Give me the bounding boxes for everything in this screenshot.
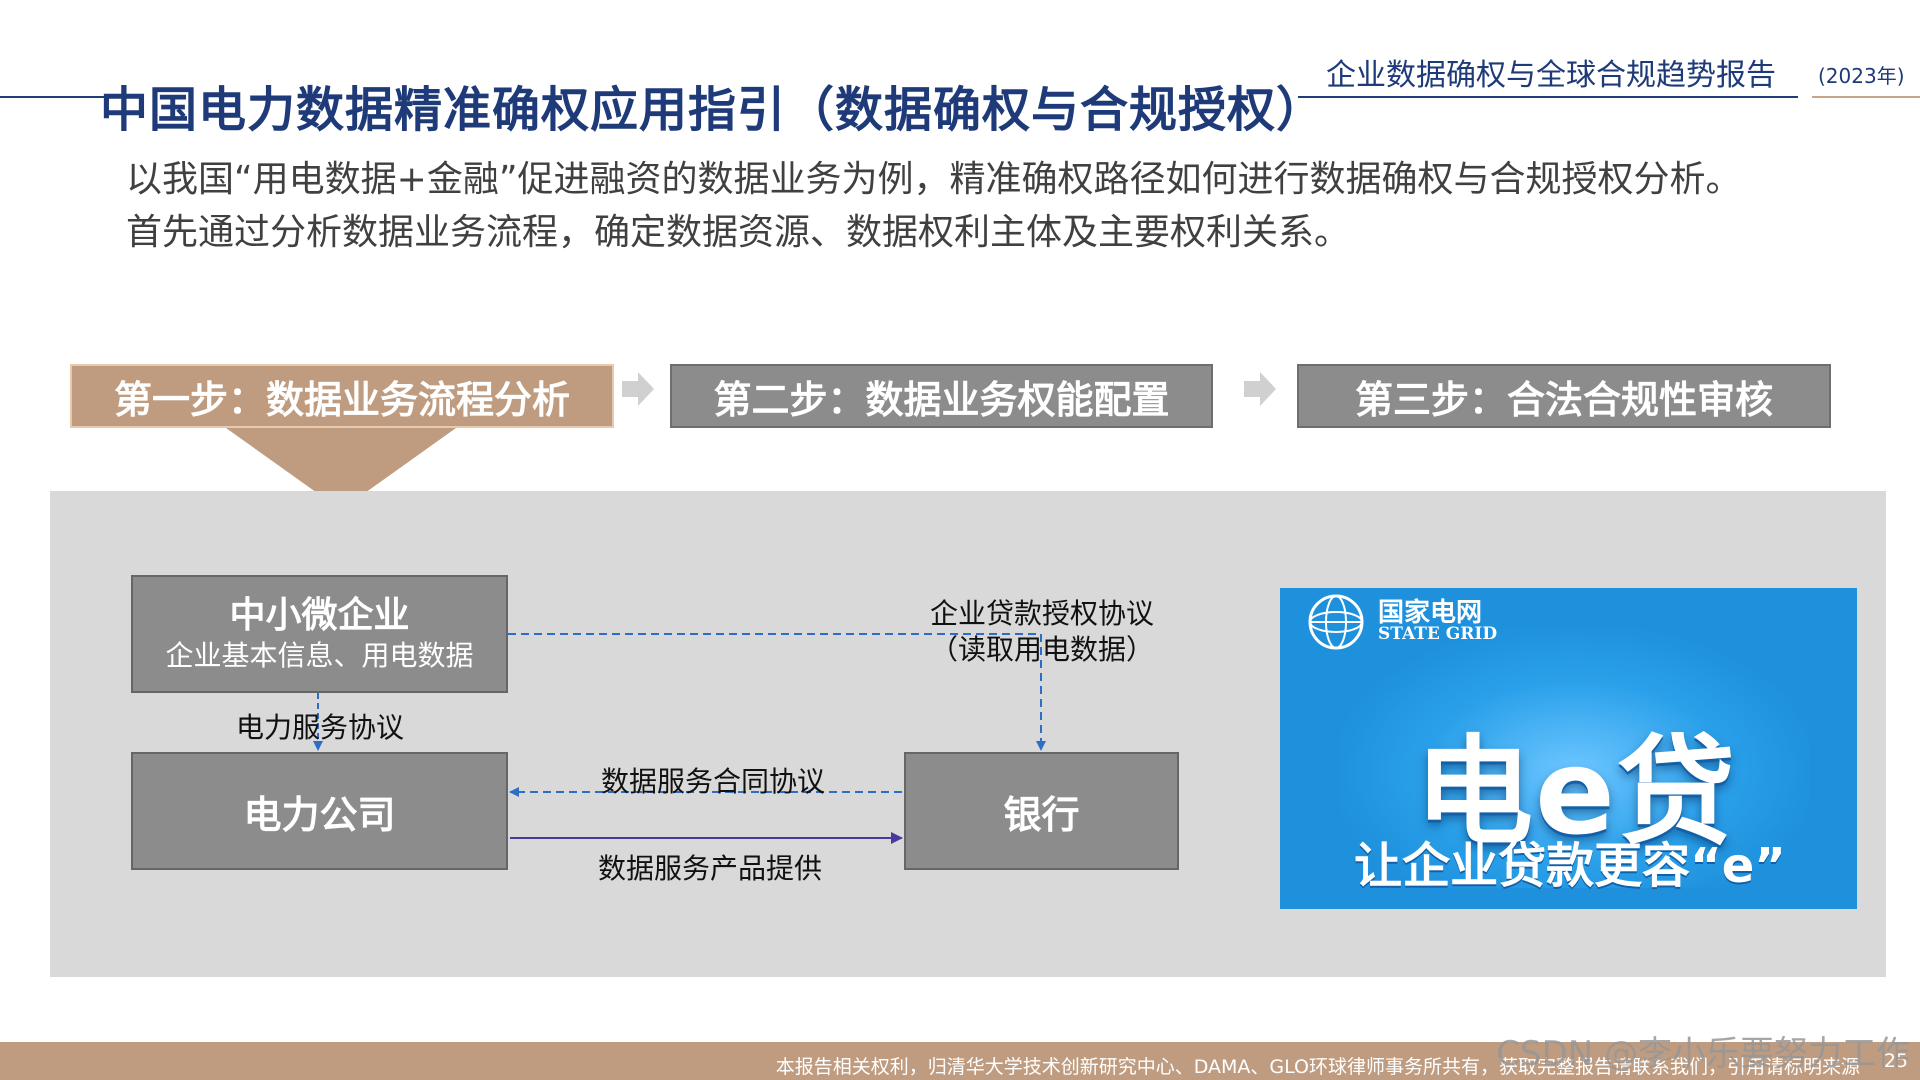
watermark: CSDN @李小乐要努力工作 [1496,1034,1910,1074]
edge-label-loan-auth-line1: 企业贷款授权协议 [929,597,1154,630]
edge-label-loan-auth: 企业贷款授权协议 （读取用电数据） [912,596,1172,668]
state-grid-logo-icon [1308,594,1364,650]
ad-tagline: 让企业贷款更容“e” [1354,838,1786,894]
edge-label-power-service: 电力服务协议 [236,711,405,744]
node-sme: 中小微企业 企业基本信息、用电数据 [131,575,508,693]
node-bank: 银行 [904,752,1179,870]
node-power-company: 电力公司 [131,752,508,870]
edge-label-loan-auth-line2: （读取用电数据） [929,633,1154,666]
edge-label-data-contract: 数据服务合同协议 [601,765,826,798]
edge-label-data-product: 数据服务产品提供 [598,852,823,885]
node-sme-name: 中小微企业 [229,595,410,636]
diagram-connectors [313,633,1046,844]
ad-brand-en: STATE GRID [1378,624,1498,644]
state-grid-ad: 国家电网 STATE GRID 电e贷 让企业贷款更容“e” [1280,588,1857,909]
node-sme-desc: 企业基本信息、用电数据 [165,639,474,672]
